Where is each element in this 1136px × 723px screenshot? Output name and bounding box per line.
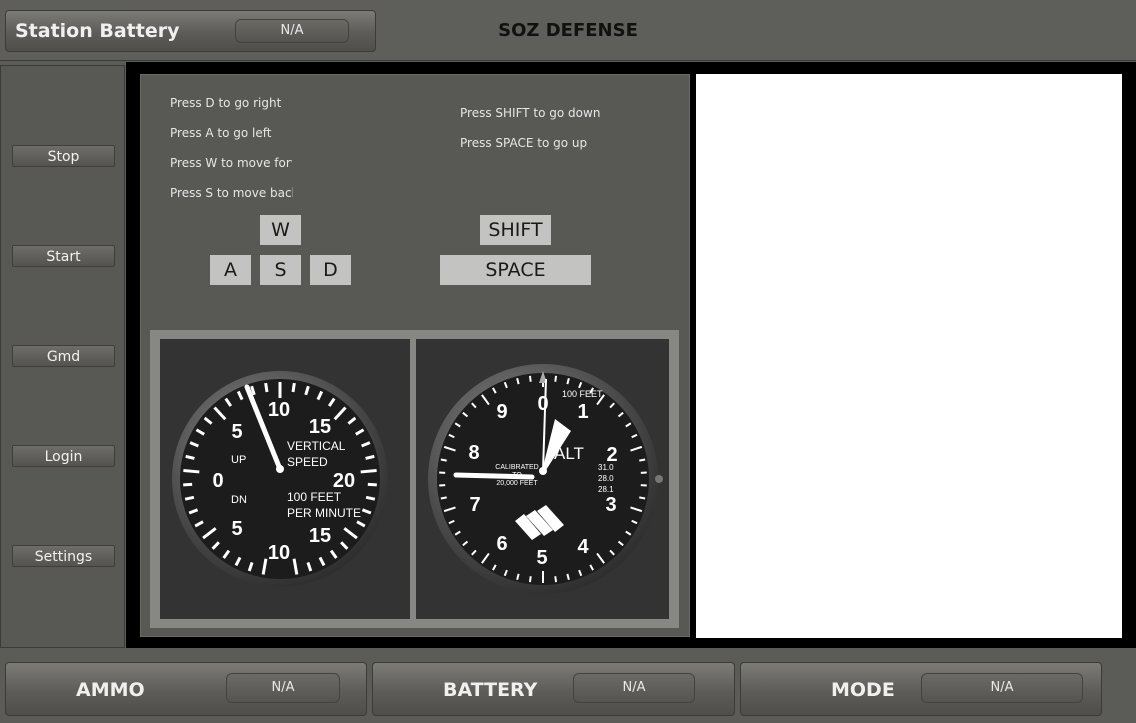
- hint-right: Press D to go right: [170, 96, 282, 110]
- dial-tick: [291, 382, 296, 393]
- key-w[interactable]: W: [260, 215, 301, 245]
- stop-button[interactable]: Stop: [12, 145, 115, 167]
- key-d[interactable]: D: [310, 255, 351, 285]
- dial-tick: [554, 576, 558, 583]
- app-title: SOZ DEFENSE: [498, 20, 638, 41]
- key-space[interactable]: SPACE: [440, 255, 591, 285]
- dial-tick: [367, 482, 377, 487]
- kollsman-window: 31.0 28.0 28.1: [598, 463, 614, 494]
- dial-tick: [528, 576, 532, 583]
- alt-calib-3: 20,000 FEET: [496, 480, 538, 487]
- settings-button[interactable]: Settings: [12, 545, 115, 567]
- dial-tick: [185, 454, 195, 460]
- kollsman-31: 31.0: [598, 463, 614, 472]
- alt-hub: [539, 467, 547, 475]
- vsi-dn-label: DN: [231, 494, 247, 506]
- vsi-unit-1: 100 FEET: [287, 490, 342, 504]
- vsi-dial: 10 15 20 15 10 5 0 5 VERTICAL SPEED 100 …: [172, 371, 388, 587]
- dial-tick: [440, 496, 447, 500]
- mode-value: N/A: [921, 673, 1083, 703]
- ammo-value: N/A: [226, 673, 340, 703]
- dial-tick: [639, 496, 646, 500]
- vsi-unit-2: PER MINUTE: [287, 506, 361, 520]
- battery-panel: BATTERY N/A: [372, 662, 735, 716]
- battery-label: BATTERY: [443, 679, 538, 701]
- dial-tick: [365, 454, 375, 460]
- dial-tick: [365, 495, 376, 501]
- vsi-hub: [276, 465, 284, 473]
- alt-knob[interactable]: [655, 475, 663, 483]
- vertical-speed-gauge: 10 15 20 15 10 5 0 5 VERTICAL SPEED 100 …: [160, 339, 410, 619]
- dial-tick: [360, 469, 377, 474]
- alt-calib-1: CALIBRATED: [495, 464, 538, 471]
- vsi-up-label: UP: [231, 454, 246, 466]
- vsi-num-15-dn: 15: [309, 525, 331, 547]
- hint-forward: Press W to move forward: [170, 156, 292, 170]
- hint-up: Press SPACE to go up: [460, 136, 588, 150]
- alt-num-3: 3: [605, 494, 616, 516]
- dial-tick: [184, 495, 195, 501]
- mode-panel: MODE N/A: [740, 662, 1102, 716]
- ammo-label: AMMO: [76, 679, 145, 701]
- key-s[interactable]: S: [260, 255, 301, 285]
- vsi-num-5-dn: 5: [231, 518, 242, 540]
- dial-tick: [264, 382, 269, 393]
- hint-back: Press S to move back: [170, 186, 293, 200]
- alt-num-0: 0: [537, 393, 548, 415]
- gmd-button[interactable]: Gmd: [12, 345, 115, 367]
- kollsman-28-1: 28.1: [598, 485, 614, 494]
- alt-num-7: 7: [469, 494, 480, 516]
- dial-tick: [183, 482, 193, 487]
- altimeter-dial: 0 1 2 3 4 5 6 7 8 9 100 FEET ALT CALIBRA…: [428, 364, 663, 594]
- alt-num-1: 1: [577, 401, 588, 423]
- vsi-num-15-up: 15: [309, 416, 331, 438]
- vsi-num-10-up: 10: [268, 399, 290, 421]
- alt-num-6: 6: [496, 533, 507, 555]
- dial-tick: [440, 458, 447, 462]
- vsi-title-1: VERTICAL: [287, 439, 346, 453]
- alt-long-needle: [453, 472, 535, 480]
- dial-tick: [183, 469, 200, 474]
- key-shift[interactable]: SHIFT: [480, 215, 551, 245]
- alt-num-5: 5: [536, 547, 547, 569]
- alt-num-8: 8: [468, 442, 479, 464]
- hint-left: Press A to go left: [170, 126, 272, 140]
- dial-tick: [528, 375, 532, 382]
- mode-label: MODE: [831, 679, 895, 701]
- start-button[interactable]: Start: [12, 245, 115, 267]
- alt-feet-label: 100 FEET: [562, 389, 603, 399]
- alt-num-9: 9: [496, 401, 507, 423]
- vsi-num-10-dn: 10: [268, 542, 290, 564]
- key-a[interactable]: A: [210, 255, 251, 285]
- vsi-title-2: SPEED: [287, 455, 328, 469]
- altimeter-gauge: 0 1 2 3 4 5 6 7 8 9 100 FEET ALT CALIBRA…: [416, 339, 669, 619]
- dial-tick: [639, 458, 646, 462]
- login-button[interactable]: Login: [12, 445, 115, 467]
- video-display: [696, 74, 1122, 638]
- vsi-num-20: 20: [333, 470, 355, 492]
- hint-down: Press SHIFT to go down: [460, 106, 601, 120]
- vsi-num-5-up: 5: [231, 421, 242, 443]
- kollsman-28: 28.0: [598, 474, 614, 483]
- vsi-num-0: 0: [212, 470, 223, 492]
- ammo-panel: AMMO N/A: [5, 662, 367, 716]
- alt-num-4: 4: [577, 536, 589, 558]
- dial-tick: [554, 375, 558, 382]
- sidebar: Stop Start Gmd Login Settings: [0, 65, 125, 648]
- battery-value: N/A: [573, 673, 695, 703]
